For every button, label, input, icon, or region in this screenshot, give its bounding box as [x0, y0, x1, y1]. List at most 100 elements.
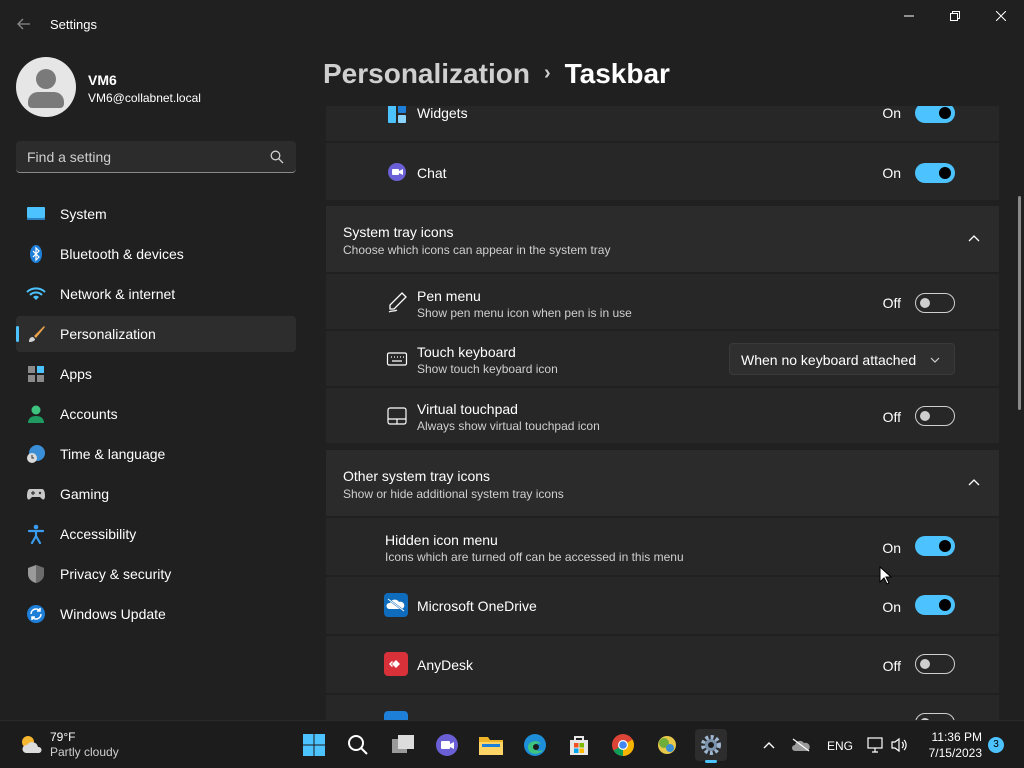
page-title: Taskbar [564, 58, 670, 89]
keyboard-icon [386, 352, 408, 366]
chat-taskbar-button[interactable] [431, 729, 463, 761]
virtual-touchpad-toggle[interactable] [915, 406, 955, 426]
teams-chat-icon [436, 734, 458, 756]
sidebar-nav: System Bluetooth & devices Network & int… [16, 196, 296, 636]
widgets-toggle[interactable] [915, 106, 955, 123]
volume-tray-button[interactable] [890, 735, 910, 755]
app-title: Settings [50, 17, 97, 32]
restore-icon [950, 11, 960, 21]
sidebar-item-personalization[interactable]: Personalization [16, 316, 296, 352]
system-tray-description: Choose which icons can appear in the sys… [343, 243, 611, 257]
scrollbar[interactable] [1018, 196, 1021, 410]
bluetooth-icon [30, 245, 42, 263]
sidebar-item-label: Gaming [60, 486, 110, 502]
edge-icon [524, 734, 546, 756]
pen-icon [388, 292, 407, 313]
sidebar-item-label: Bluetooth & devices [60, 246, 184, 262]
pen-menu-state: Off [882, 295, 901, 311]
back-button[interactable] [12, 12, 36, 36]
profile-email: VM6@collabnet.local [88, 91, 201, 105]
chrome-button[interactable] [607, 729, 639, 761]
user-profile[interactable]: VM6 VM6@collabnet.local [16, 57, 296, 117]
hidden-icon-menu-row: Hidden icon menu Icons which are turned … [326, 518, 999, 575]
language-indicator[interactable]: ENG [827, 739, 853, 753]
anydesk-state: Off [882, 658, 901, 674]
search-input[interactable]: Find a setting [16, 141, 296, 173]
folder-icon [479, 737, 503, 755]
apps-icon [28, 366, 44, 382]
sidebar-item-accounts[interactable]: Accounts [16, 396, 296, 432]
sidebar-item-label: System [60, 206, 107, 222]
search-icon [270, 150, 284, 164]
close-button[interactable] [978, 0, 1024, 32]
settings-content: Widgets On Chat On System tray icons Cho… [326, 106, 999, 720]
chevron-up-icon [763, 742, 775, 749]
sidebar-item-network[interactable]: Network & internet [16, 276, 296, 312]
virtual-touchpad-description: Always show virtual touchpad icon [417, 419, 600, 433]
close-icon [996, 11, 1006, 21]
pen-menu-description: Show pen menu icon when pen is in use [417, 306, 632, 320]
taskbar-search-button[interactable] [342, 729, 374, 761]
back-arrow-icon [17, 18, 30, 30]
settings-taskbar-button[interactable] [695, 729, 727, 763]
edge-button[interactable] [519, 729, 551, 761]
hidden-icon-menu-description: Icons which are turned off can be access… [385, 550, 684, 564]
store-button[interactable] [563, 729, 595, 761]
sidebar-item-label: Network & internet [60, 286, 176, 302]
breadcrumb-parent[interactable]: Personalization [323, 58, 530, 89]
hidden-icon-menu-title: Hidden icon menu [385, 532, 498, 548]
profile-name: VM6 [88, 72, 117, 88]
update-icon [27, 605, 45, 623]
app-button[interactable] [651, 729, 683, 761]
onedrive-state: On [882, 599, 901, 615]
file-explorer-button[interactable] [475, 729, 507, 761]
taskbar: 79°F Partly cloudy ENG 11:36 PM 7/15/202… [0, 720, 1024, 768]
restore-button[interactable] [932, 0, 978, 32]
sidebar-item-system[interactable]: System [16, 196, 296, 232]
sidebar-item-label: Privacy & security [60, 566, 172, 582]
sidebar-item-accessibility[interactable]: Accessibility [16, 516, 296, 552]
gear-icon [701, 735, 721, 755]
task-view-button[interactable] [387, 729, 419, 761]
chevron-down-icon [930, 357, 940, 363]
pen-menu-toggle[interactable] [915, 293, 955, 313]
minimize-button[interactable] [886, 0, 932, 32]
network-icon [867, 737, 883, 753]
shield-icon [28, 565, 44, 583]
hidden-icon-menu-toggle[interactable] [915, 536, 955, 556]
onedrive-toggle[interactable] [915, 595, 955, 615]
app-icon [384, 711, 408, 720]
sidebar-item-label: Time & language [60, 446, 166, 462]
sidebar-item-time-language[interactable]: Time & language [16, 436, 296, 472]
search-placeholder: Find a setting [27, 149, 112, 165]
list-item-toggle[interactable] [915, 713, 955, 720]
onedrive-tray-button[interactable] [791, 735, 811, 755]
sidebar-item-windows-update[interactable]: Windows Update [16, 596, 296, 632]
show-hidden-icons-button[interactable] [759, 735, 779, 755]
chat-label: Chat [417, 165, 447, 181]
task-view-icon [392, 735, 414, 753]
list-item [326, 695, 999, 720]
anydesk-toggle[interactable] [915, 654, 955, 674]
notification-badge[interactable]: 3 [988, 737, 1004, 753]
sidebar-item-apps[interactable]: Apps [16, 356, 296, 392]
avatar [16, 57, 76, 117]
sidebar-item-gaming[interactable]: Gaming [16, 476, 296, 512]
brush-icon [29, 326, 45, 342]
anydesk-title: AnyDesk [417, 657, 474, 673]
partly-cloudy-icon [22, 736, 42, 753]
system-tray-section[interactable]: System tray icons Choose which icons can… [326, 206, 999, 272]
gamepad-icon [27, 489, 45, 500]
pen-menu-row: Pen menu Show pen menu icon when pen is … [326, 274, 999, 329]
sidebar-item-bluetooth[interactable]: Bluetooth & devices [16, 236, 296, 272]
clock-date: 7/15/2023 [928, 746, 982, 760]
weather-condition: Partly cloudy [50, 745, 119, 759]
touch-keyboard-dropdown[interactable]: When no keyboard attached [729, 343, 955, 375]
chat-toggle[interactable] [915, 163, 955, 183]
other-tray-section[interactable]: Other system tray icons Show or hide add… [326, 450, 999, 516]
network-tray-button[interactable] [866, 735, 886, 755]
sidebar-item-privacy[interactable]: Privacy & security [16, 556, 296, 592]
virtual-touchpad-row: Virtual touchpad Always show virtual tou… [326, 388, 999, 443]
start-button[interactable] [298, 729, 330, 761]
pen-menu-title: Pen menu [417, 288, 481, 304]
